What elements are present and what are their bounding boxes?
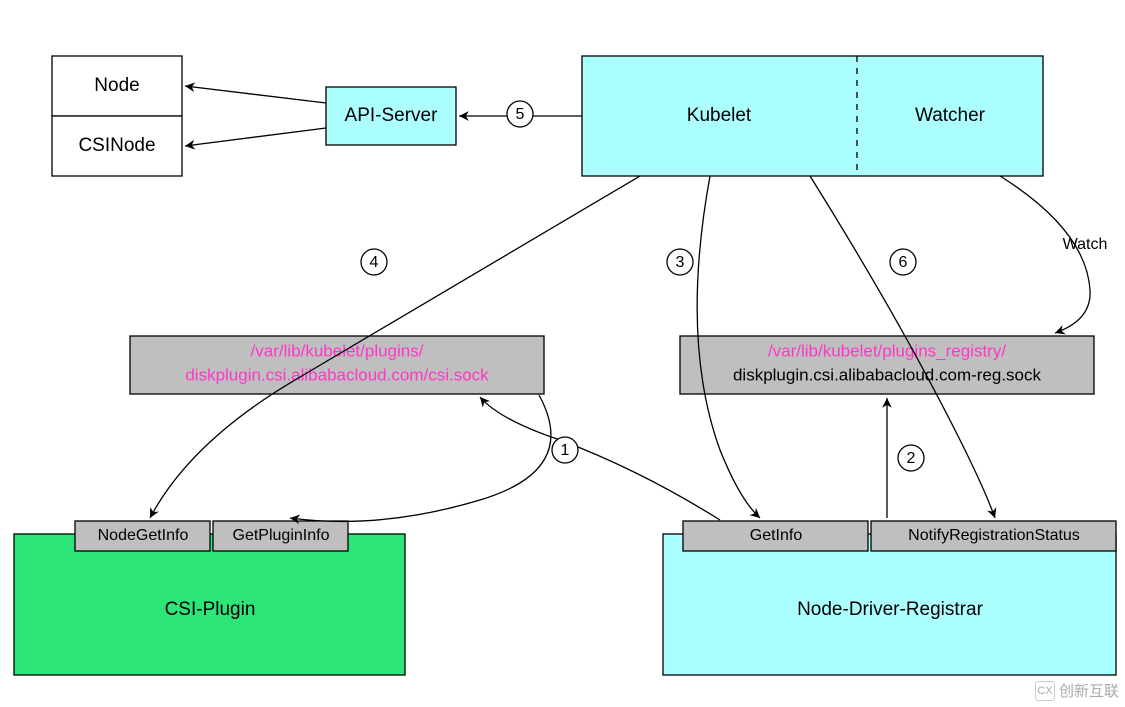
step5-badge: 5 — [516, 106, 525, 123]
kubelet-label: Kubelet — [687, 105, 752, 126]
csi-sock-path-box: /var/lib/kubelet/plugins/ diskplugin.csi… — [130, 336, 544, 394]
edge-apiserver-csinode — [185, 128, 326, 146]
registry-sock-path-box: /var/lib/kubelet/plugins_registry/ diskp… — [680, 336, 1094, 394]
csi-sock-path-line2: diskplugin.csi.alibabacloud.com/csi.sock — [185, 365, 489, 384]
watcher-label: Watcher — [915, 105, 986, 126]
edge-apiserver-node — [185, 86, 326, 103]
watch-label: Watch — [1063, 236, 1108, 253]
node-driver-registrar-box: GetInfo NotifyRegistrationStatus Node-Dr… — [663, 521, 1116, 675]
csi-sock-path-line1: /var/lib/kubelet/plugins/ — [251, 341, 424, 360]
csi-getplugininfo-label: GetPluginInfo — [233, 527, 330, 544]
csi-plugin-label: CSI-Plugin — [165, 599, 256, 620]
watermark-icon: CX — [1035, 681, 1055, 701]
node-label: Node — [94, 75, 139, 96]
ndr-getinfo-label: GetInfo — [750, 527, 803, 544]
node-group: Node CSINode — [52, 56, 182, 176]
step2-badge: 2 — [907, 450, 916, 467]
csi-nodegetinfo-label: NodeGetInfo — [98, 527, 189, 544]
csi-plugin-box: NodeGetInfo GetPluginInfo CSI-Plugin — [14, 521, 405, 675]
ndr-notify-label: NotifyRegistrationStatus — [908, 527, 1080, 544]
registry-sock-path-line2: diskplugin.csi.alibabacloud.com-reg.sock — [733, 365, 1042, 384]
step6-badge: 6 — [899, 254, 908, 271]
api-server-box: API-Server — [326, 87, 456, 145]
edge-getinfo-csisock — [480, 397, 720, 520]
edge-sock-getplugininfo — [290, 395, 551, 521]
edge-watcher-registrysock — [1000, 176, 1090, 333]
kubelet-box: Kubelet Watcher — [582, 56, 1043, 176]
step3-badge: 3 — [676, 254, 685, 271]
csinode-label: CSINode — [78, 135, 155, 156]
watermark: CX 创新互联 — [1035, 680, 1119, 701]
step1-badge: 1 — [561, 442, 570, 459]
api-server-label: API-Server — [345, 105, 439, 126]
step4-badge: 4 — [370, 254, 379, 271]
ndr-label: Node-Driver-Registrar — [797, 599, 983, 620]
watermark-text: 创新互联 — [1059, 680, 1119, 701]
registry-sock-path-line1: /var/lib/kubelet/plugins_registry/ — [768, 341, 1006, 360]
